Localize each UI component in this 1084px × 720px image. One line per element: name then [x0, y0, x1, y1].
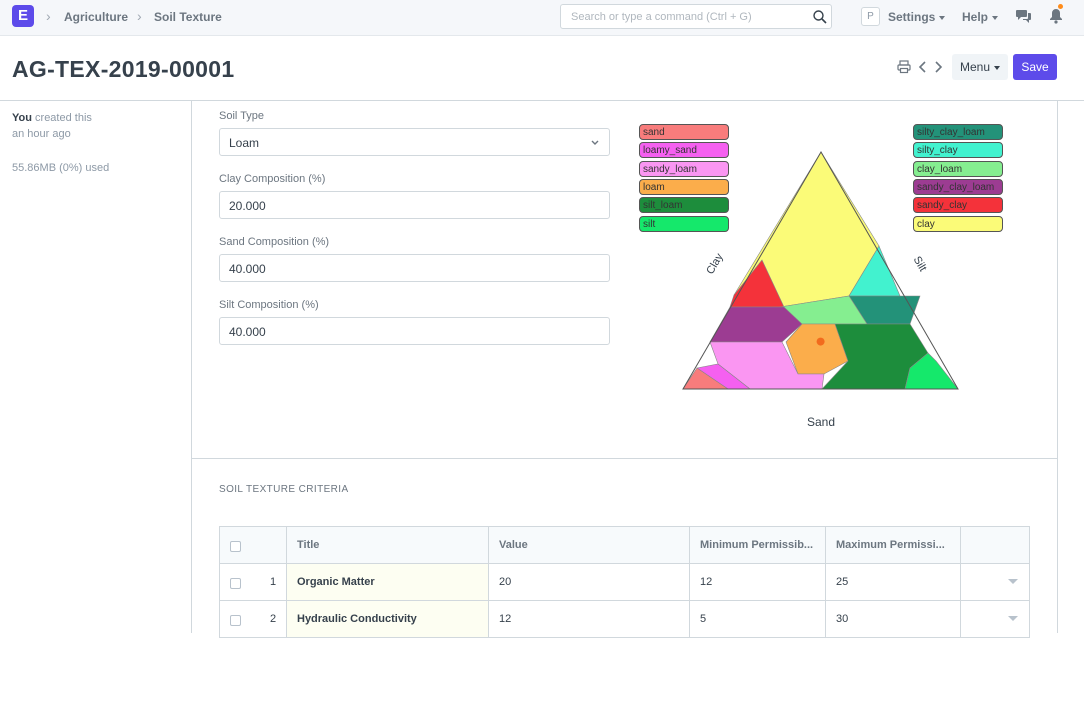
- soil-type-value: Loam: [229, 136, 260, 150]
- column-header-min: Minimum Permissib...: [690, 527, 826, 563]
- cell-title[interactable]: Organic Matter: [287, 564, 489, 600]
- row-index: 1: [270, 576, 277, 588]
- sidebar: You created this an hour ago 55.86MB (0%…: [12, 110, 182, 176]
- chevron-left-icon[interactable]: [916, 60, 930, 74]
- cell-title[interactable]: Hydraulic Conductivity: [287, 601, 489, 637]
- creator-name: You: [12, 112, 32, 124]
- form-area: Soil Type Loam Clay Composition (%) 20.0…: [191, 100, 1058, 638]
- table-row[interactable]: 1 Organic Matter 20 12 25: [220, 564, 1029, 601]
- help-label: Help: [962, 10, 989, 24]
- row-actions-cell[interactable]: [961, 564, 1028, 600]
- bell-icon[interactable]: [1047, 8, 1065, 24]
- storage-usage: 55.86MB (0%) used: [12, 162, 110, 174]
- navbar: E › Agriculture › Soil Texture P Setting…: [0, 0, 1084, 36]
- criteria-section-title: SOIL TEXTURE CRITERIA: [219, 484, 349, 495]
- row-expand-icon[interactable]: [1008, 579, 1018, 584]
- avatar[interactable]: P: [861, 7, 880, 26]
- app-logo[interactable]: E: [12, 5, 34, 27]
- sand-composition-input[interactable]: 40.000: [219, 254, 610, 282]
- select-all-cell: [220, 527, 287, 563]
- row-select-cell: 1: [220, 564, 287, 600]
- chevron-down-icon: [591, 140, 599, 145]
- caret-down-icon: [939, 15, 946, 20]
- cell-max[interactable]: 30: [826, 601, 961, 637]
- chevron-right-icon: ›: [46, 8, 51, 24]
- sand-composition-label: Sand Composition (%): [219, 236, 330, 248]
- select-all-checkbox[interactable]: [230, 541, 241, 552]
- region-sandy-clay-loam: [709, 306, 803, 343]
- row-expand-icon[interactable]: [1008, 616, 1018, 621]
- criteria-table: Title Value Minimum Permissib... Maximum…: [219, 526, 1030, 638]
- soil-type-select[interactable]: Loam: [219, 128, 610, 156]
- silt-composition-label: Silt Composition (%): [219, 299, 319, 311]
- cell-min[interactable]: 5: [690, 601, 826, 637]
- search-box[interactable]: [560, 4, 832, 29]
- caret-down-icon: [992, 15, 999, 20]
- column-header-title: Title: [287, 527, 489, 563]
- row-select-cell: 2: [220, 601, 287, 637]
- section-divider: [192, 458, 1057, 459]
- save-button[interactable]: Save: [1013, 54, 1057, 80]
- search-input[interactable]: [569, 5, 813, 29]
- silt-composition-input[interactable]: 40.000: [219, 317, 610, 345]
- chevron-right-icon: ›: [137, 8, 142, 24]
- comments-icon[interactable]: [1015, 8, 1033, 24]
- soil-type-label: Soil Type: [219, 110, 265, 122]
- menu-button[interactable]: Menu: [952, 54, 1008, 80]
- row-actions-cell[interactable]: [961, 601, 1028, 637]
- created-time: an hour ago: [12, 128, 71, 140]
- settings-dropdown[interactable]: Settings: [888, 10, 946, 24]
- settings-label: Settings: [888, 10, 936, 24]
- cell-max[interactable]: 25: [826, 564, 961, 600]
- cell-min[interactable]: 12: [690, 564, 826, 600]
- composition-point: [816, 337, 825, 346]
- breadcrumb-soil-texture[interactable]: Soil Texture: [154, 10, 222, 24]
- page-title: AG-TEX-2019-00001: [12, 56, 235, 82]
- column-header-actions: [961, 527, 1028, 563]
- created-by: You created this: [12, 110, 182, 126]
- soil-texture-triangle: [682, 151, 959, 390]
- menu-label: Menu: [959, 60, 991, 74]
- axis-label-sand: Sand: [807, 415, 836, 429]
- page-header: AG-TEX-2019-00001 Menu Save: [0, 36, 1084, 101]
- notification-dot: [1058, 4, 1063, 9]
- printer-icon[interactable]: [897, 60, 911, 74]
- search-icon[interactable]: [812, 9, 828, 25]
- row-checkbox[interactable]: [230, 578, 241, 589]
- chevron-right-icon[interactable]: [931, 60, 945, 74]
- column-header-value: Value: [489, 527, 690, 563]
- row-checkbox[interactable]: [230, 615, 241, 626]
- help-dropdown[interactable]: Help: [962, 10, 999, 24]
- row-index: 2: [270, 613, 277, 625]
- breadcrumb-agriculture[interactable]: Agriculture: [64, 10, 128, 24]
- cell-value[interactable]: 12: [489, 601, 690, 637]
- cell-value[interactable]: 20: [489, 564, 690, 600]
- table-row[interactable]: 2 Hydraulic Conductivity 12 5 30: [220, 601, 1029, 638]
- column-header-max: Maximum Permissi...: [826, 527, 961, 563]
- clay-composition-label: Clay Composition (%): [219, 173, 326, 185]
- table-header-row: Title Value Minimum Permissib... Maximum…: [220, 527, 1029, 564]
- created-text: created this: [35, 112, 92, 124]
- clay-composition-input[interactable]: 20.000: [219, 191, 610, 219]
- caret-down-icon: [994, 65, 1001, 70]
